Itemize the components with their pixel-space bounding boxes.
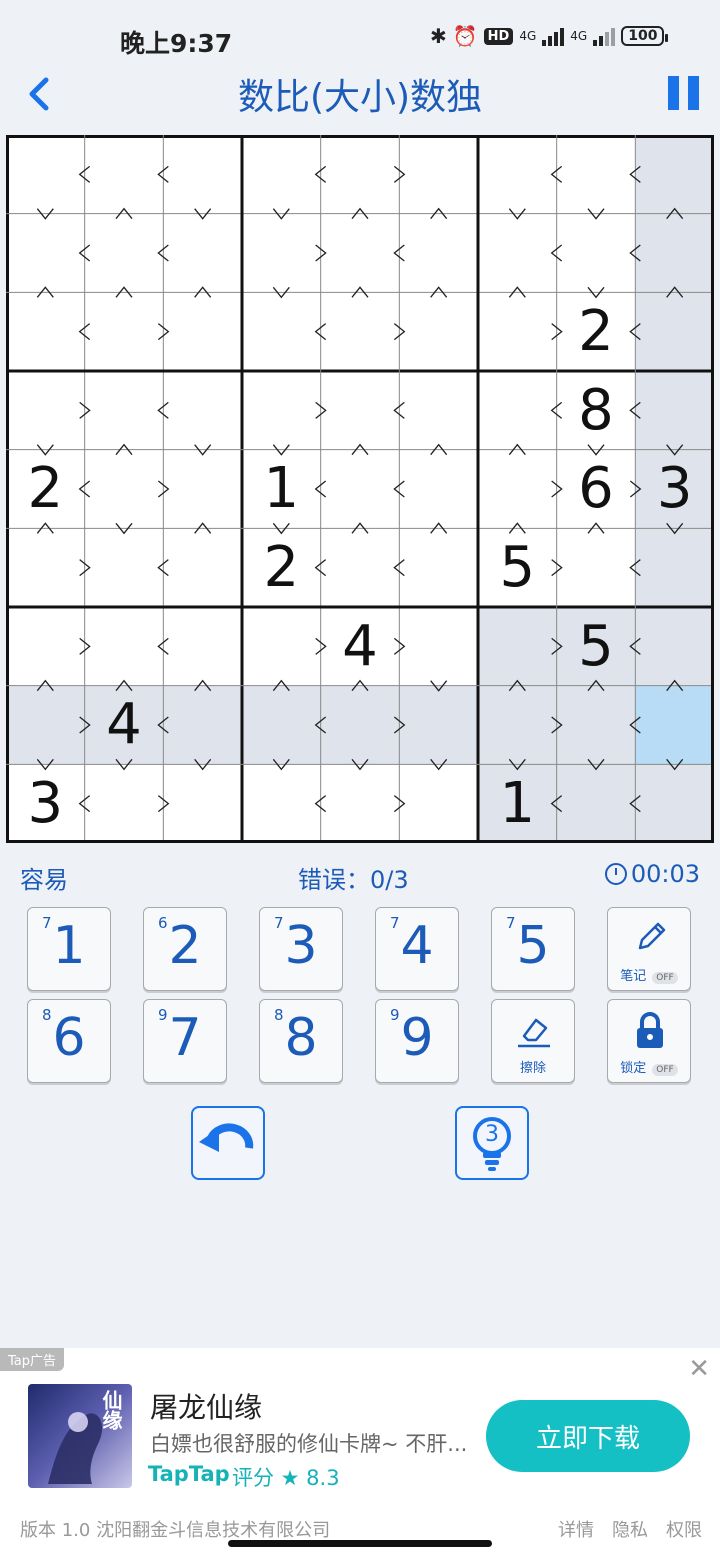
- key-digit: 8: [284, 1008, 318, 1068]
- status-icons: ✱ ⏰ HD 4G 4G 100: [430, 24, 669, 48]
- key-digit: 5: [516, 916, 550, 976]
- ad-brand: TapTap: [148, 1462, 230, 1486]
- alarm-icon: ⏰: [452, 24, 478, 48]
- clock-icon: [604, 863, 627, 885]
- network-label-1: 4G: [519, 29, 537, 43]
- lock-state: OFF: [652, 1064, 678, 1076]
- header: 数比(大小)数独: [0, 66, 720, 122]
- privacy-link[interactable]: 隐私: [612, 1516, 648, 1542]
- signal-icon: [542, 26, 565, 46]
- difficulty-label: 容易: [20, 866, 68, 894]
- details-link[interactable]: 详情: [558, 1516, 594, 1542]
- ad-tag: Tap广告: [0, 1348, 65, 1371]
- number-key-7[interactable]: 97: [143, 999, 227, 1083]
- erase-label: 擦除: [519, 1061, 546, 1076]
- close-icon[interactable]: ✕: [688, 1354, 710, 1384]
- info-row: 容易 错误：0/3 00:03: [0, 858, 720, 898]
- notes-state: OFF: [652, 972, 678, 984]
- pencil-icon: [638, 922, 666, 950]
- signal-icon: [593, 26, 616, 46]
- home-indicator[interactable]: [228, 1540, 492, 1547]
- notes-button[interactable]: 笔记 OFF: [607, 907, 691, 991]
- key-digit: 3: [284, 916, 318, 976]
- timer-value: 00:03: [630, 860, 700, 888]
- status-time: 晚上9:37: [120, 29, 233, 58]
- network-label-2: 4G: [570, 29, 588, 43]
- ad-art-text: 仙缘: [99, 1390, 123, 1430]
- error-counter: 错误：0/3: [298, 866, 409, 894]
- battery-icon: 100: [621, 26, 669, 46]
- notes-label: 笔记 OFF: [608, 965, 690, 984]
- number-key-3[interactable]: 73: [259, 907, 343, 991]
- bluetooth-icon: ✱: [430, 24, 447, 48]
- grid-lines: [6, 135, 714, 843]
- undo-icon: [199, 1123, 254, 1152]
- version-info: 版本 1.0 沈阳翻金斗信息技术有限公司: [20, 1520, 331, 1541]
- timer: 00:03: [604, 860, 700, 888]
- number-key-1[interactable]: 71: [27, 907, 111, 991]
- page-title: 数比(大小)数独: [237, 77, 483, 118]
- sudoku-grid: 2821632545431: [6, 135, 714, 843]
- ad-image[interactable]: 仙缘: [28, 1384, 132, 1488]
- key-digit: 2: [168, 916, 202, 976]
- number-key-2[interactable]: 62: [143, 907, 227, 991]
- ad-description: 白嫖也很舒服的修仙卡牌~ 不肝...: [150, 1432, 468, 1456]
- key-digit: 4: [400, 916, 434, 976]
- number-key-4[interactable]: 74: [375, 907, 459, 991]
- eraser-icon: [518, 1018, 550, 1048]
- hint-button[interactable]: 3: [455, 1106, 529, 1180]
- permissions-link[interactable]: 权限: [666, 1516, 702, 1542]
- hd-badge: HD: [483, 27, 514, 45]
- lock-button[interactable]: 锁定 OFF: [607, 999, 691, 1083]
- number-key-8[interactable]: 88: [259, 999, 343, 1083]
- status-bar: 晚上9:37 ✱ ⏰ HD 4G 4G 100: [0, 0, 720, 76]
- lock-icon: [637, 1012, 663, 1048]
- lock-label: 锁定 OFF: [608, 1057, 690, 1076]
- hint-count: 3: [485, 1122, 499, 1147]
- number-key-6[interactable]: 86: [27, 999, 111, 1083]
- number-key-5[interactable]: 75: [491, 907, 575, 991]
- number-key-9[interactable]: 99: [375, 999, 459, 1083]
- key-digit: 7: [168, 1008, 202, 1068]
- key-digit: 1: [52, 916, 86, 976]
- key-digit: 6: [52, 1008, 86, 1068]
- erase-button[interactable]: 擦除: [491, 999, 575, 1083]
- pause-button[interactable]: [668, 76, 702, 110]
- ad-rating: 评分 ★ 8.3: [232, 1466, 340, 1490]
- undo-button[interactable]: [191, 1106, 265, 1180]
- key-digit: 9: [400, 1008, 434, 1068]
- ad-title: 屠龙仙缘: [150, 1391, 263, 1424]
- download-button[interactable]: 立即下载: [486, 1400, 690, 1472]
